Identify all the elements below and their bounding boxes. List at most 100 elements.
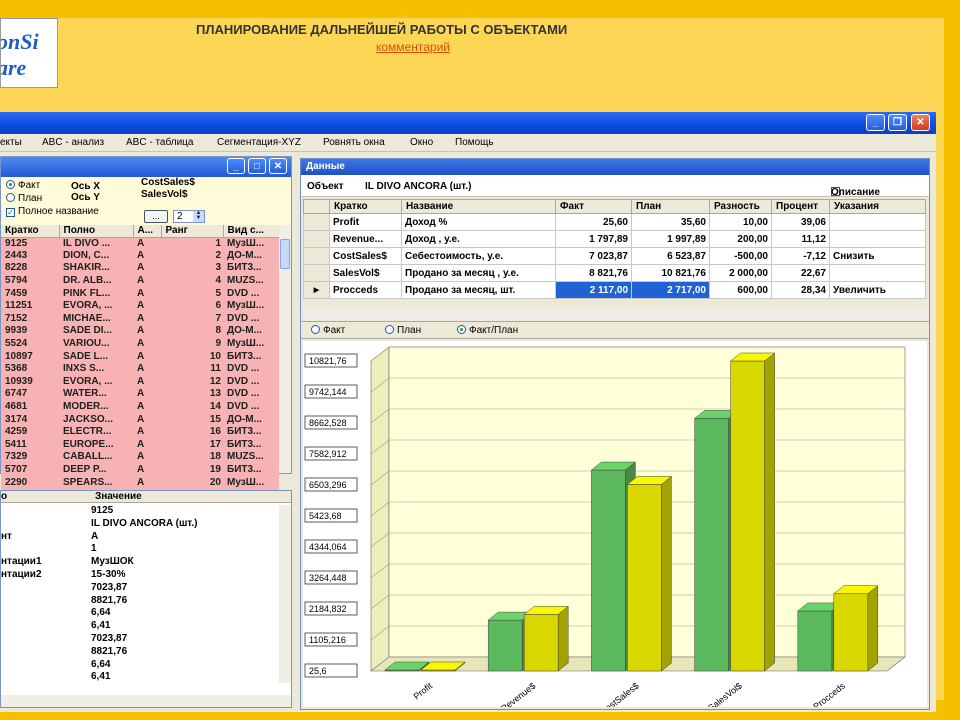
list-item[interactable]: 8821,76 [1, 646, 281, 659]
radio-plan-label: План [18, 193, 43, 204]
table-row[interactable]: 4259 ELECTR... A 16 БИТ3... [1, 425, 279, 439]
table-cell: 6 523,87 [631, 247, 710, 265]
menu-item-align-windows[interactable]: Ровнять окна [323, 137, 385, 148]
metrics-hscrollbar[interactable] [303, 309, 927, 319]
table-row[interactable]: 9125 IL DIVO ... A 1 МузШ... [1, 237, 279, 250]
axis-y-value[interactable]: SalesVol$ [141, 189, 188, 200]
table-row[interactable]: 3174 JACKSO... A 15 ДО-М... [1, 413, 279, 426]
table-row[interactable]: 8228 SHAKIR... A 3 БИТ3... [1, 262, 279, 275]
list-item[interactable]: 6,41 [1, 671, 281, 684]
browse-button[interactable]: ... [144, 210, 168, 223]
table-row[interactable]: Revenue... Доход , у.е. 1 797,89 1 997,89 20… [303, 230, 926, 248]
table-row[interactable]: 9939 SADE DI... A 8 ДО-М... [1, 325, 279, 338]
list-item[interactable]: 7023,87 [1, 582, 281, 595]
table-row[interactable]: Profit Доход % 25,60 35,60 10,00 39,06 [303, 213, 926, 231]
description-label: Описание [831, 187, 880, 198]
list-item[interactable]: IL DIVO ANCORA (шт.) [1, 518, 281, 531]
menu-item-help[interactable]: Помощь [455, 137, 494, 148]
metrics-col-header[interactable]: Разность [709, 199, 772, 214]
metrics-col-header[interactable]: План [631, 199, 710, 214]
restore-button[interactable]: ❐ [888, 114, 907, 131]
list-item[interactable]: 6,64 [1, 607, 281, 620]
close-button[interactable]: ✕ [911, 114, 930, 131]
detail-value: A [91, 530, 99, 542]
metrics-col-header[interactable]: Название [401, 199, 556, 214]
objects-col-header[interactable]: Кратко [1, 225, 60, 238]
list-item[interactable]: нт A [1, 531, 281, 544]
radio-plan[interactable]: План [6, 193, 42, 204]
table-row[interactable]: 2443 DION, C... A 2 ДО-М... [1, 249, 279, 263]
table-row[interactable]: 11251 EVORA, ... A 6 МузШ... [1, 299, 279, 313]
minimize-button[interactable]: _ [866, 114, 885, 131]
scrollbar-thumb[interactable] [280, 239, 290, 269]
table-row[interactable]: 5794 DR. ALB... A 4 MUZS... [1, 274, 279, 288]
metrics-col-header[interactable]: Кратко [329, 199, 402, 214]
table-row[interactable]: 7329 CABALL... A 18 MUZS... [1, 451, 279, 464]
table-row[interactable]: CostSales$ Себестоимость, у.е. 7 023,87 6 5… [303, 247, 926, 265]
table-row[interactable]: ▶ Procceds Продано за месяц, шт. 2 117,00 2 … [303, 281, 926, 299]
objects-col-header[interactable]: Полно [59, 225, 134, 238]
table-row[interactable]: 5524 VARIOU... A 9 МузШ... [1, 337, 279, 351]
table-cell: 1 797,89 [555, 230, 632, 248]
metrics-col-header[interactable]: Указания [829, 199, 926, 214]
menu-item-objects[interactable]: екты [0, 137, 22, 148]
list-item[interactable]: 8821,76 [1, 595, 281, 608]
radio-fact[interactable]: Факт [6, 180, 40, 191]
list-item[interactable]: 7023,87 [1, 633, 281, 646]
objects-col-header[interactable]: А... [133, 225, 162, 238]
axis-x-value[interactable]: CostSales$ [141, 177, 195, 188]
table-row[interactable]: 6747 WATER... A 13 DVD ... [1, 388, 279, 401]
comment-link[interactable]: комментарий [376, 40, 450, 54]
list-item[interactable]: нтации1 МузШОК [1, 556, 281, 569]
table-cell: SHAKIR... [59, 262, 133, 275]
menu-item-abc-analysis[interactable]: ABC - анализ [42, 137, 104, 148]
menu-item-window[interactable]: Окно [410, 137, 433, 148]
table-row[interactable]: 2290 SPEARS... A 20 МузШ... [1, 476, 279, 489]
data-panel: Данные Объект IL DIVO ANCORA (шт.) Описа… [300, 158, 930, 710]
table-cell: DVD ... [223, 375, 279, 389]
details-hscrollbar[interactable] [1, 695, 291, 707]
table-row[interactable]: 10897 SADE L... A 10 БИТ3... [1, 350, 279, 363]
table-cell: ДО-М... [223, 249, 279, 263]
detail-value: 9125 [91, 505, 114, 516]
table-cell [829, 230, 926, 248]
level-spinner[interactable]: 2 ▲ ▼ [173, 210, 205, 223]
spinner-arrows-icon[interactable]: ▲ ▼ [193, 210, 204, 222]
full-name-checkbox[interactable]: ✓ Полное название [6, 206, 99, 217]
radio-chart-factplan[interactable]: Факт/План [457, 325, 518, 336]
table-row[interactable]: 4681 MODER... A 14 DVD ... [1, 400, 279, 414]
table-cell: Profit [329, 213, 402, 231]
menu-item-abc-table[interactable]: ABC - таблица [126, 137, 193, 148]
details-scrollbar[interactable] [279, 505, 291, 683]
table-cell: 2 117,00 [555, 281, 632, 299]
objects-table-scrollbar[interactable] [279, 225, 291, 473]
radio-chart-plan[interactable]: План [385, 325, 421, 336]
table-row[interactable]: 10939 EVORA, ... A 12 DVD ... [1, 375, 279, 389]
radio-chart-fact[interactable]: Факт [311, 325, 345, 336]
table-row[interactable]: 5707 DEEP P... A 19 БИТ3... [1, 463, 279, 477]
list-item[interactable]: 1 [1, 543, 281, 556]
list-item[interactable]: 9125 [1, 505, 281, 518]
list-item[interactable]: нтации2 15-30% [1, 569, 281, 582]
table-row[interactable]: 5411 EUROPE... A 17 БИТ3... [1, 438, 279, 452]
details-col-key: о [1, 491, 8, 502]
list-item[interactable]: 6,41 [1, 620, 281, 633]
table-cell: 39,06 [771, 213, 830, 231]
x-tick-label: CostSales$ [598, 681, 640, 707]
list-item[interactable]: 6,64 [1, 659, 281, 672]
table-cell: 5524 [1, 337, 59, 351]
objects-col-header[interactable]: Вид с... [223, 225, 280, 238]
table-cell: 600,00 [709, 281, 772, 299]
objects-col-header[interactable]: Ранг [161, 225, 224, 238]
table-cell: 10897 [1, 350, 59, 363]
table-row[interactable]: 7459 PINK FL... A 5 DVD ... [1, 287, 279, 300]
table-row[interactable]: 7152 MICHAE... A 7 DVD ... [1, 312, 279, 326]
panel-close-button[interactable]: ✕ [269, 158, 287, 174]
metrics-col-header[interactable]: Процент [771, 199, 830, 214]
table-row[interactable]: SalesVol$ Продано за месяц , у.е. 8 821,76… [303, 264, 926, 282]
menu-item-segmentation-xyz[interactable]: Сегментация-XYZ [217, 137, 301, 148]
panel-maximize-button[interactable]: □ [248, 158, 266, 174]
table-row[interactable]: 5368 INXS S... A 11 DVD ... [1, 362, 279, 376]
panel-minimize-button[interactable]: _ [227, 158, 245, 174]
metrics-col-header[interactable]: Факт [555, 199, 632, 214]
